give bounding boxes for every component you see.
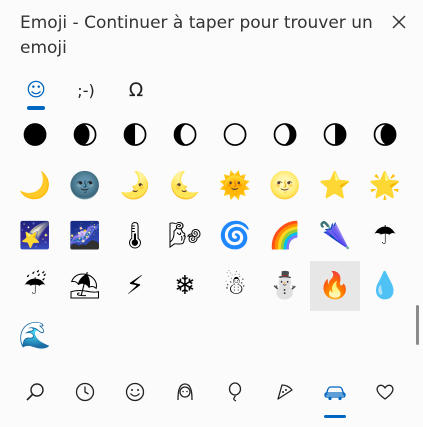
emoji-cell[interactable]: 🌈	[260, 211, 310, 261]
emoji-panel: Emoji - Continuer à taper pour trouver u…	[0, 0, 423, 427]
emoji-cell[interactable]: ⭐	[310, 161, 360, 211]
tab-kaomoji[interactable]: ;-)	[68, 70, 104, 110]
smiley-face-icon	[125, 382, 145, 402]
emoji-cell[interactable]: ☔	[10, 261, 60, 311]
travel-car-icon	[324, 386, 346, 401]
people-icon	[177, 383, 193, 401]
emoji-cell[interactable]: 🌘	[360, 118, 410, 161]
food-pizza-icon	[277, 384, 293, 400]
emoji-cell[interactable]: 🌂	[310, 211, 360, 261]
tab-emoji[interactable]: ☺	[18, 70, 54, 110]
category-people[interactable]	[167, 372, 203, 412]
emoji-cell[interactable]: ☂	[360, 211, 410, 261]
emoji-grid: 🌑 🌒 🌓 🌔 🌕 🌖 🌗 🌘 🌙 🌚 🌛 🌜 🌞 🌝 ⭐ 🌟 🌠 🌌 🌡 🌬 🌀 🌈 🌂 ☂ ☔ ⛱ ⚡ ❄ ☃ ⛄ 🔥 💧 🌊	[0, 118, 423, 362]
emoji-cell[interactable]: 🌒	[60, 118, 110, 161]
emoji-cell[interactable]: 🌡	[110, 211, 160, 261]
emoji-cell[interactable]: ⛱	[60, 261, 110, 311]
emoji-cell[interactable]: 🌀	[210, 211, 260, 261]
emoji-cell[interactable]: 🌠	[10, 211, 60, 261]
category-search[interactable]	[17, 372, 53, 412]
scrollbar-thumb[interactable]	[416, 305, 419, 345]
tab-symbols[interactable]: Ω	[118, 70, 154, 110]
emoji-cell[interactable]: 💧	[360, 261, 410, 311]
emoji-cell[interactable]: 🌌	[60, 211, 110, 261]
emoji-cell[interactable]: ⛄	[260, 261, 310, 311]
emoji-cell[interactable]: 🌝	[260, 161, 310, 211]
close-icon	[392, 15, 406, 29]
emoji-cell[interactable]: 🌟	[360, 161, 410, 211]
emoji-cell[interactable]: 🌑	[10, 118, 60, 161]
emoji-cell[interactable]: ❄	[160, 261, 210, 311]
emoji-cell[interactable]: 🌓	[110, 118, 160, 161]
emoji-cell[interactable]: 🌜	[160, 161, 210, 211]
emoji-cell[interactable]: 🌛	[110, 161, 160, 211]
heart-symbols-icon	[376, 384, 394, 400]
category-smileys[interactable]	[117, 372, 153, 412]
emoji-cell[interactable]: 🔥	[310, 261, 360, 311]
category-travel[interactable]	[317, 372, 353, 418]
emoji-smiley-icon: ☺	[26, 79, 46, 101]
emoji-cell[interactable]: 🌖	[260, 118, 310, 161]
emoji-cell[interactable]: ⚡	[110, 261, 160, 311]
emoji-cell[interactable]: 🌊	[10, 311, 60, 361]
category-bar	[0, 366, 423, 422]
emoji-cell[interactable]: 🌔	[160, 118, 210, 161]
celebration-balloon-icon	[228, 382, 242, 402]
emoji-cell[interactable]: ☃	[210, 261, 260, 311]
recent-clock-icon	[75, 382, 95, 402]
category-symbols[interactable]	[367, 372, 403, 412]
emoji-cell[interactable]: 🌬	[160, 211, 210, 261]
kaomoji-icon: ;-)	[77, 80, 95, 100]
close-button[interactable]	[385, 8, 413, 36]
emoji-cell[interactable]: 🌞	[210, 161, 260, 211]
emoji-cell[interactable]: 🌕	[210, 118, 260, 161]
panel-title: Emoji - Continuer à taper pour trouver u…	[20, 13, 373, 58]
category-recent[interactable]	[67, 372, 103, 412]
emoji-cell[interactable]: 🌗	[310, 118, 360, 161]
search-icon	[26, 383, 44, 401]
omega-symbol-icon: Ω	[128, 79, 144, 101]
emoji-cell[interactable]: 🌙	[10, 161, 60, 211]
emoji-cell[interactable]: 🌚	[60, 161, 110, 211]
category-food[interactable]	[267, 372, 303, 412]
category-celebrations[interactable]	[217, 372, 253, 412]
